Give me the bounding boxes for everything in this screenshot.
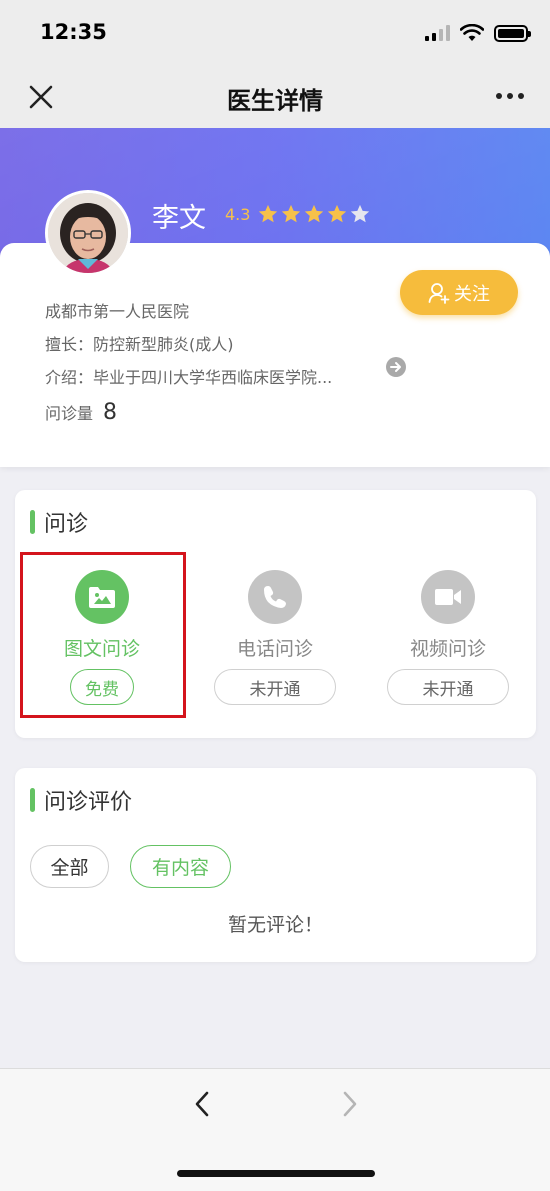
filter-with-content[interactable]: 有内容 bbox=[130, 845, 231, 888]
battery-icon bbox=[494, 24, 531, 42]
consult-count-value: 8 bbox=[103, 400, 118, 425]
rating-score: 4.3 bbox=[225, 205, 251, 224]
doctor-name: 李文 bbox=[152, 203, 206, 234]
doctor-avatar bbox=[45, 190, 131, 276]
follow-label: 关注 bbox=[454, 283, 490, 305]
highlight-box bbox=[20, 552, 186, 718]
phone-icon bbox=[248, 570, 302, 624]
hospital-name: 成都市第一人民医院 bbox=[45, 302, 190, 321]
more-options-icon[interactable] bbox=[496, 86, 526, 106]
consult-count-label: 问诊量 bbox=[45, 404, 94, 423]
back-arrow-icon[interactable] bbox=[190, 1090, 214, 1118]
star-icon bbox=[281, 204, 301, 223]
video-camera-icon bbox=[421, 570, 475, 624]
star-icon bbox=[327, 204, 347, 223]
home-indicator bbox=[177, 1170, 375, 1177]
cellular-signal-icon bbox=[425, 25, 450, 41]
status-icons bbox=[425, 24, 531, 42]
consult-item-phone[interactable]: 电话问诊 未开通 bbox=[195, 570, 355, 710]
consult-item-video[interactable]: 视频问诊 未开通 bbox=[368, 570, 528, 710]
filter-all[interactable]: 全部 bbox=[30, 845, 109, 888]
arrow-right-circle-icon[interactable] bbox=[386, 357, 406, 377]
follow-button[interactable]: 关注 bbox=[400, 270, 518, 315]
star-rating bbox=[257, 203, 371, 225]
consult-status-badge: 未开通 bbox=[214, 669, 336, 705]
star-icon bbox=[350, 204, 370, 223]
nav-bar: 医生详情 bbox=[0, 64, 550, 128]
star-icon bbox=[304, 204, 324, 223]
doctor-intro[interactable]: 介绍：毕业于四川大学华西临床医学院... bbox=[45, 364, 332, 388]
add-user-icon bbox=[428, 282, 450, 304]
reviews-section-title: 问诊评价 bbox=[30, 784, 132, 816]
page-title: 医生详情 bbox=[227, 87, 323, 115]
status-time: 12:35 bbox=[40, 20, 107, 44]
status-bar: 12:35 bbox=[0, 0, 550, 64]
consult-label: 电话问诊 bbox=[236, 638, 313, 660]
star-icon bbox=[258, 204, 278, 223]
forward-arrow-icon[interactable] bbox=[338, 1090, 362, 1118]
doctor-specialty: 擅长：防控新型肺炎(成人) bbox=[45, 335, 234, 354]
wifi-icon bbox=[460, 24, 484, 41]
empty-reviews-text: 暂无评论！ bbox=[227, 914, 323, 936]
consult-section-title: 问诊 bbox=[30, 506, 88, 538]
consult-status-badge: 未开通 bbox=[387, 669, 509, 705]
consult-label: 视频问诊 bbox=[409, 638, 486, 660]
consult-count-row: 问诊量 8 bbox=[45, 400, 117, 425]
